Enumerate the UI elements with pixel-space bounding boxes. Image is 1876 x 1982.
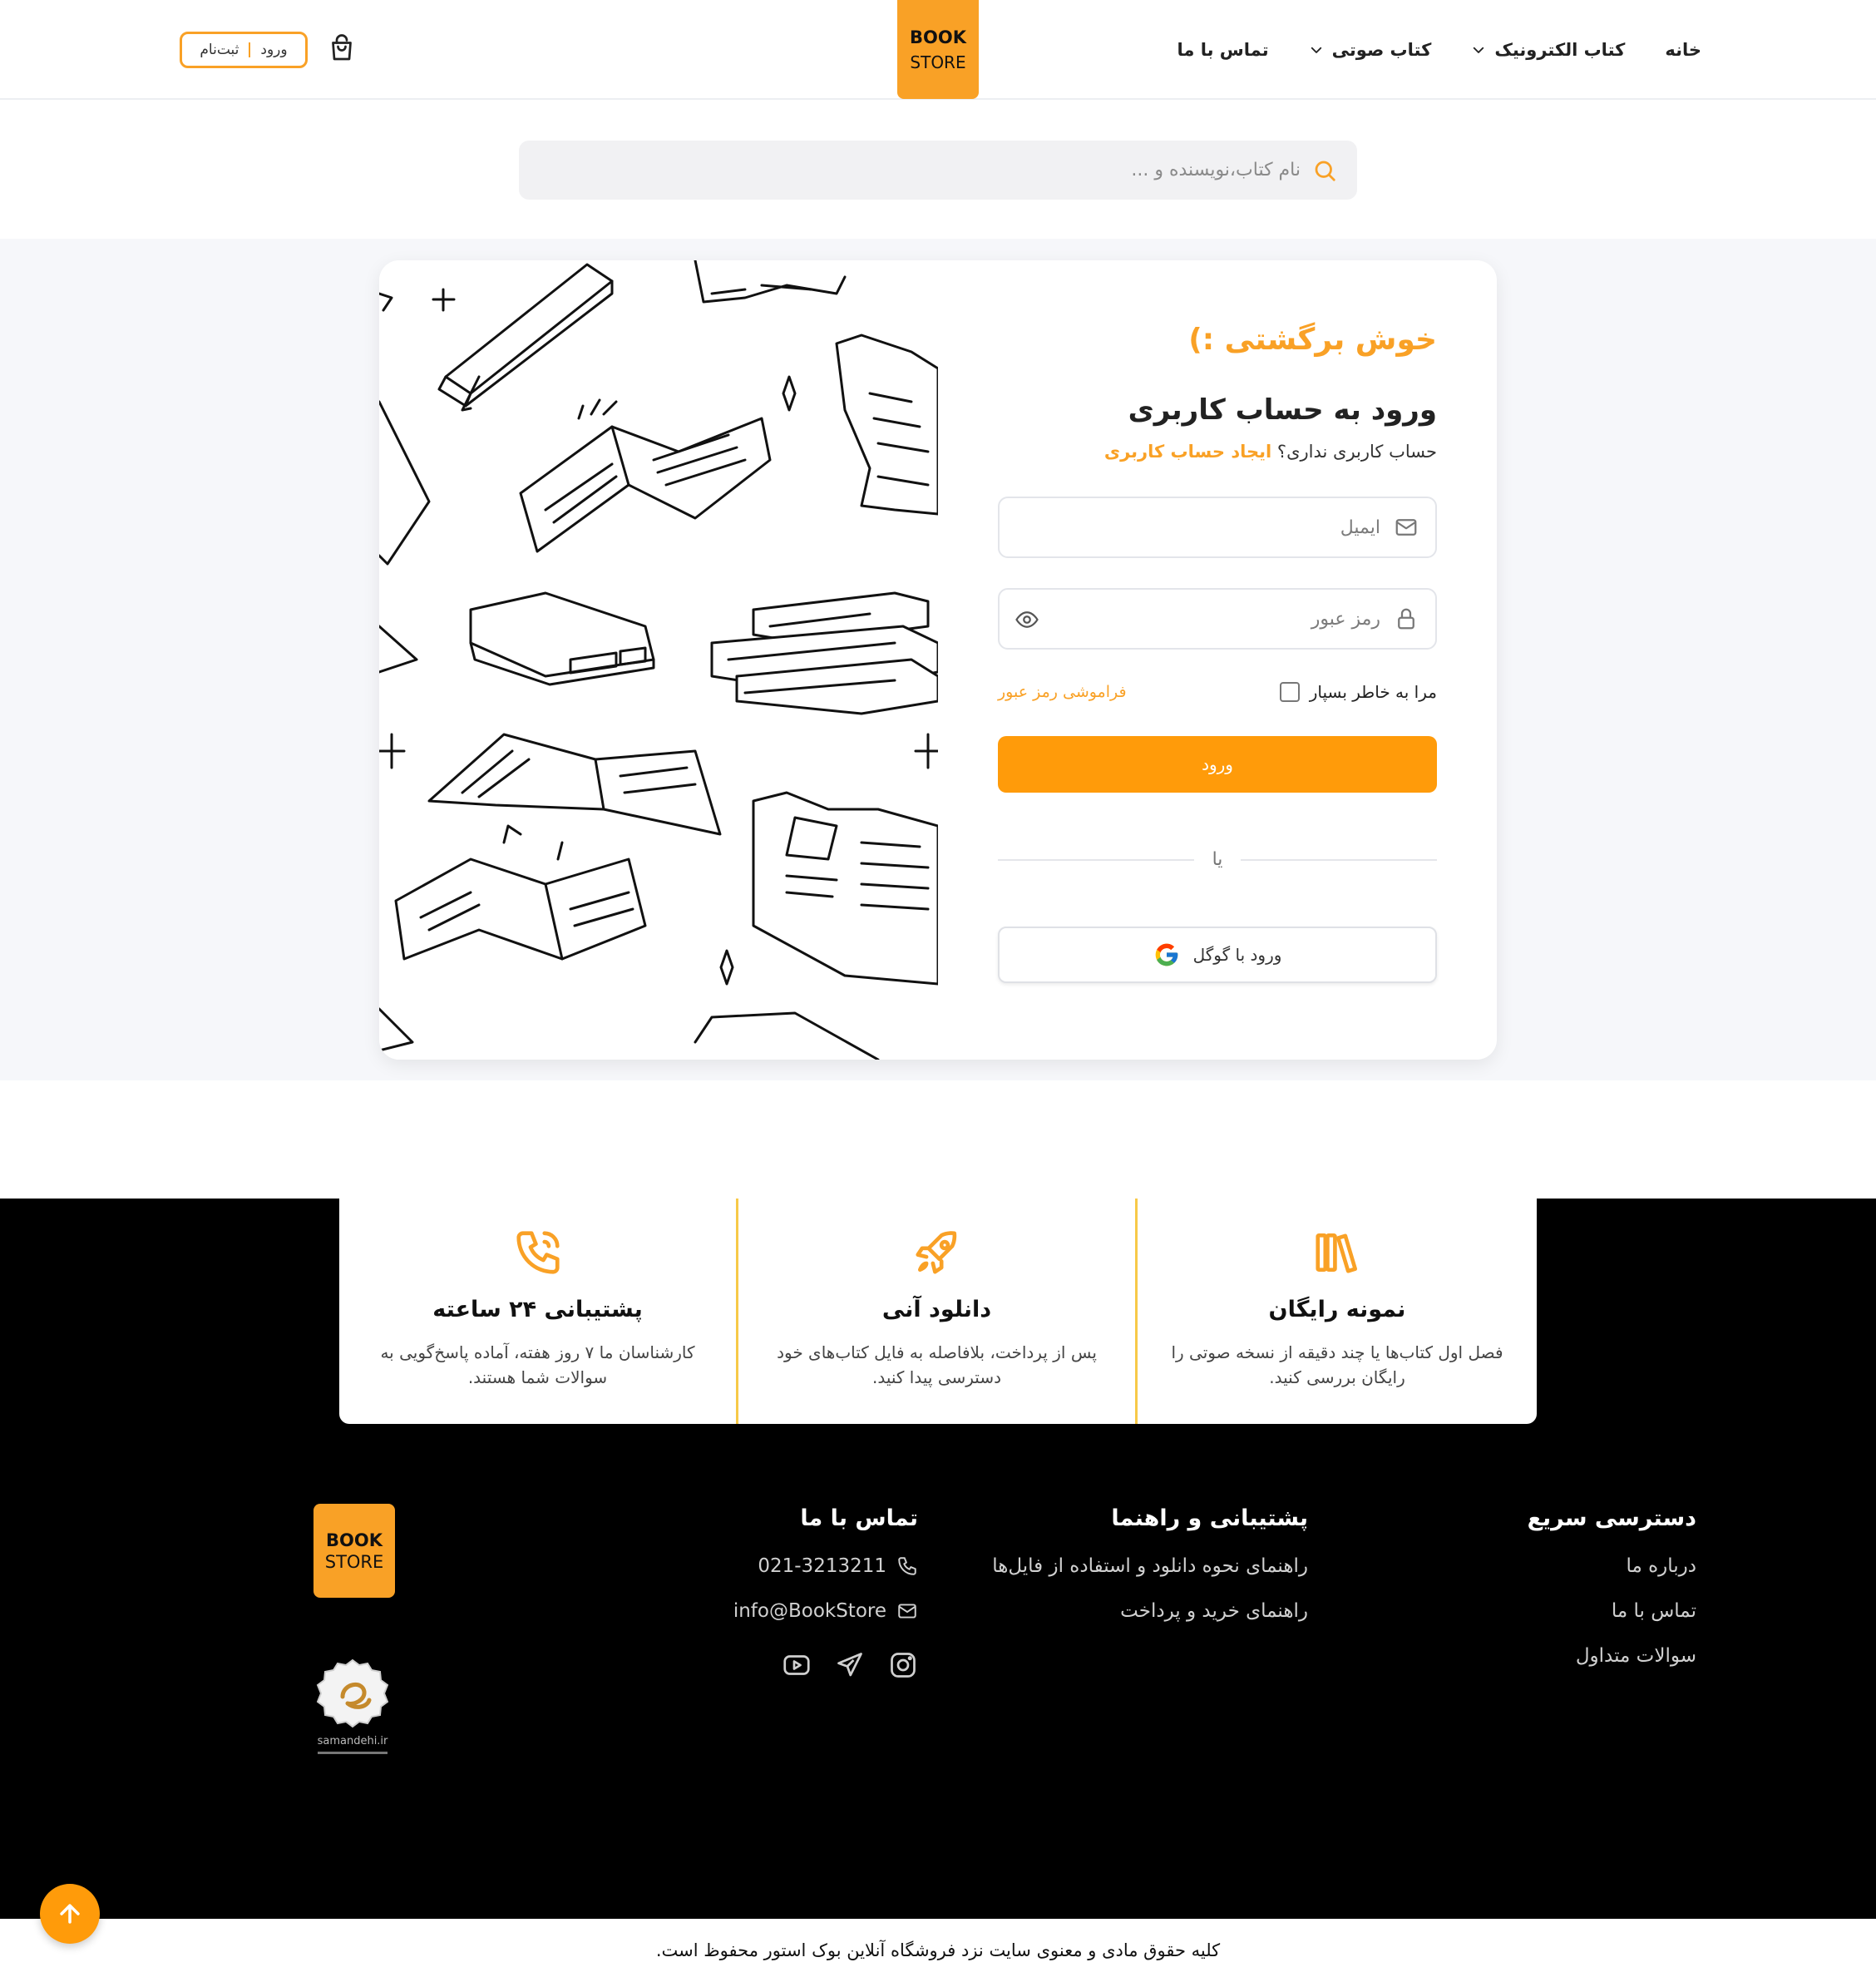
search-input[interactable] [552, 160, 1301, 180]
footer-contact-title: تماس با ما [800, 1505, 918, 1531]
nav-home[interactable]: خانه [1665, 40, 1701, 60]
logo-line2: STORE [910, 52, 966, 72]
feature-desc: پس از پرداخت، بلافاصله به فایل کتاب‌های … [777, 1342, 1097, 1387]
forgot-password-link[interactable]: فراموشی رمز عبور [998, 683, 1127, 701]
footer-logo-line2: STORE [324, 1551, 384, 1572]
footer-support-title: پشتیبانی و راهنما [1111, 1505, 1308, 1531]
search-icon [1315, 161, 1335, 181]
login-form: خوش برگشتی :) ورود به حساب کاربری حساب ک… [997, 320, 1437, 983]
main-nav: خانه کتاب الکترونیک کتاب صوتی تماس با ما [1177, 33, 1701, 67]
auth-button[interactable]: ورود ثبت‌نام [180, 32, 308, 68]
shopping-bag-icon[interactable] [327, 33, 357, 65]
eye-icon[interactable] [1015, 607, 1039, 632]
remember-me[interactable]: مرا به خاطر بسپار [1279, 682, 1437, 702]
copyright-bar: کلیه حقوق مادی و معنوی سایت نزد فروشگاه … [0, 1919, 1876, 1982]
login-title: ورود به حساب کاربری [1128, 393, 1437, 427]
login-card: خوش برگشتی :) ورود به حساب کاربری حساب ک… [379, 260, 1497, 1060]
rocket-icon [915, 1231, 956, 1274]
feature-support: پشتیبانی ۲۴ ساعته کارشناسان ما ۷ روز هفت… [339, 1199, 738, 1424]
features-bar: نمونه رایگان فصل اول کتاب‌ها یا چند دقیق… [339, 1199, 1537, 1424]
footer-quick-access: دسترسی سریع درباره ما تماس با ما سوالات … [1528, 1502, 1696, 1670]
register-link[interactable]: ثبت‌نام [200, 42, 239, 58]
nav-home-label: خانه [1665, 40, 1701, 60]
chevron-down-icon [1311, 47, 1321, 53]
youtube-icon[interactable] [782, 1650, 812, 1680]
feature-title: پشتیبانی ۲۴ ساعته [432, 1297, 643, 1322]
feature-desc: کارشناسان ما ۷ روز هفته، آماده پاسخ‌گویی… [380, 1342, 695, 1387]
phone-call-icon [516, 1231, 560, 1274]
library-icon [1316, 1233, 1358, 1273]
nav-contact-label: تماس با ما [1177, 40, 1269, 60]
auth-separator [249, 42, 251, 57]
no-account-text: حساب کاربری نداری؟ [1276, 442, 1437, 462]
or-divider: یا [997, 849, 1437, 870]
search-bar[interactable] [519, 141, 1357, 200]
password-field[interactable] [998, 588, 1437, 650]
footer-logo-line1: BOOK [326, 1530, 383, 1550]
or-text: یا [1212, 849, 1223, 870]
login-button[interactable]: ورود [998, 736, 1437, 793]
password-input[interactable] [1016, 608, 1380, 630]
welcome-text: خوش برگشتی :) [1188, 323, 1437, 357]
footer-quick-title: دسترسی سریع [1527, 1505, 1696, 1531]
footer-email-text: info@BookStore [733, 1600, 886, 1622]
samandehi-seal[interactable]: samandehi.ir [309, 1655, 396, 1762]
social-links [733, 1650, 918, 1680]
footer-support: پشتیبانی و راهنما راهنمای نحوه دانلود و … [992, 1502, 1308, 1625]
feature-title: دانلود آنی [881, 1297, 992, 1322]
footer-email[interactable]: info@BookStore [733, 1597, 918, 1625]
remember-me-label: مرا به خاطر بسپار [1309, 682, 1437, 702]
google-icon [1155, 943, 1177, 966]
phone-icon [898, 1557, 916, 1575]
telegram-icon[interactable] [835, 1650, 865, 1680]
arrow-up-icon [60, 1904, 80, 1924]
footer-link-faq[interactable]: سوالات متداول [1528, 1642, 1696, 1670]
mail-icon [898, 1604, 916, 1619]
copyright-text: کلیه حقوق مادی و معنوی سایت نزد فروشگاه … [655, 1940, 1221, 1960]
feature-free-sample: نمونه رایگان فصل اول کتاب‌ها یا چند دقیق… [1138, 1199, 1537, 1424]
seal-text: samandehi.ir [318, 1735, 388, 1747]
scroll-to-top-button[interactable] [40, 1884, 100, 1944]
footer-phone[interactable]: 021-3213211 [733, 1552, 918, 1580]
books-illustration [379, 260, 938, 1060]
footer-phone-text: 021-3213211 [758, 1555, 886, 1577]
lock-icon [1398, 608, 1414, 630]
signup-prompt: حساب کاربری نداری؟ ایجاد حساب کاربری [998, 438, 1437, 465]
footer-logo[interactable]: BOOK STORE [313, 1504, 395, 1598]
footer-contact: تماس با ما 021-3213211 info@BookStore [733, 1502, 918, 1680]
create-account-link[interactable]: ایجاد حساب کاربری [1104, 442, 1271, 462]
nav-ebooks-label: کتاب الکترونیک [1494, 40, 1626, 60]
footer-link-contact[interactable]: تماس با ما [1528, 1597, 1696, 1625]
login-link[interactable]: ورود [260, 42, 287, 58]
divider-line [997, 858, 1194, 861]
feature-title: نمونه رایگان [1268, 1297, 1406, 1322]
instagram-icon[interactable] [888, 1650, 918, 1680]
nav-ebooks[interactable]: کتاب الکترونیک [1471, 40, 1625, 60]
nav-contact[interactable]: تماس با ما [1177, 40, 1269, 60]
footer-link-purchase-guide[interactable]: راهنمای خرید و پرداخت [992, 1597, 1308, 1625]
footer-link-about[interactable]: درباره ما [1528, 1552, 1696, 1580]
site-header: خانه کتاب الکترونیک کتاب صوتی تماس با ما… [0, 0, 1876, 100]
email-input[interactable] [1016, 517, 1380, 538]
divider-line [1241, 858, 1437, 861]
google-login-label: ورود با گوگل [1192, 945, 1282, 965]
nav-audiobooks[interactable]: کتاب صوتی [1309, 40, 1432, 60]
feature-desc: فصل اول کتاب‌ها یا چند دقیقه از نسخه صوت… [1171, 1342, 1503, 1387]
chevron-down-icon [1474, 47, 1484, 53]
footer-link-download-guide[interactable]: راهنمای نحوه دانلود و استفاده از فایل‌ها [992, 1552, 1308, 1580]
remember-me-checkbox[interactable] [1279, 682, 1300, 702]
mail-icon [1395, 519, 1417, 536]
nav-audiobooks-label: کتاب صوتی [1331, 40, 1432, 60]
email-field[interactable] [998, 497, 1437, 558]
logo-line1: BOOK [910, 27, 966, 47]
google-login-button[interactable]: ورود با گوگل [998, 927, 1437, 983]
login-options: مرا به خاطر بسپار فراموشی رمز عبور [998, 680, 1437, 704]
site-logo[interactable]: BOOK STORE [897, 0, 979, 99]
feature-instant-download: دانلود آنی پس از پرداخت، بلافاصله به فای… [738, 1199, 1138, 1424]
